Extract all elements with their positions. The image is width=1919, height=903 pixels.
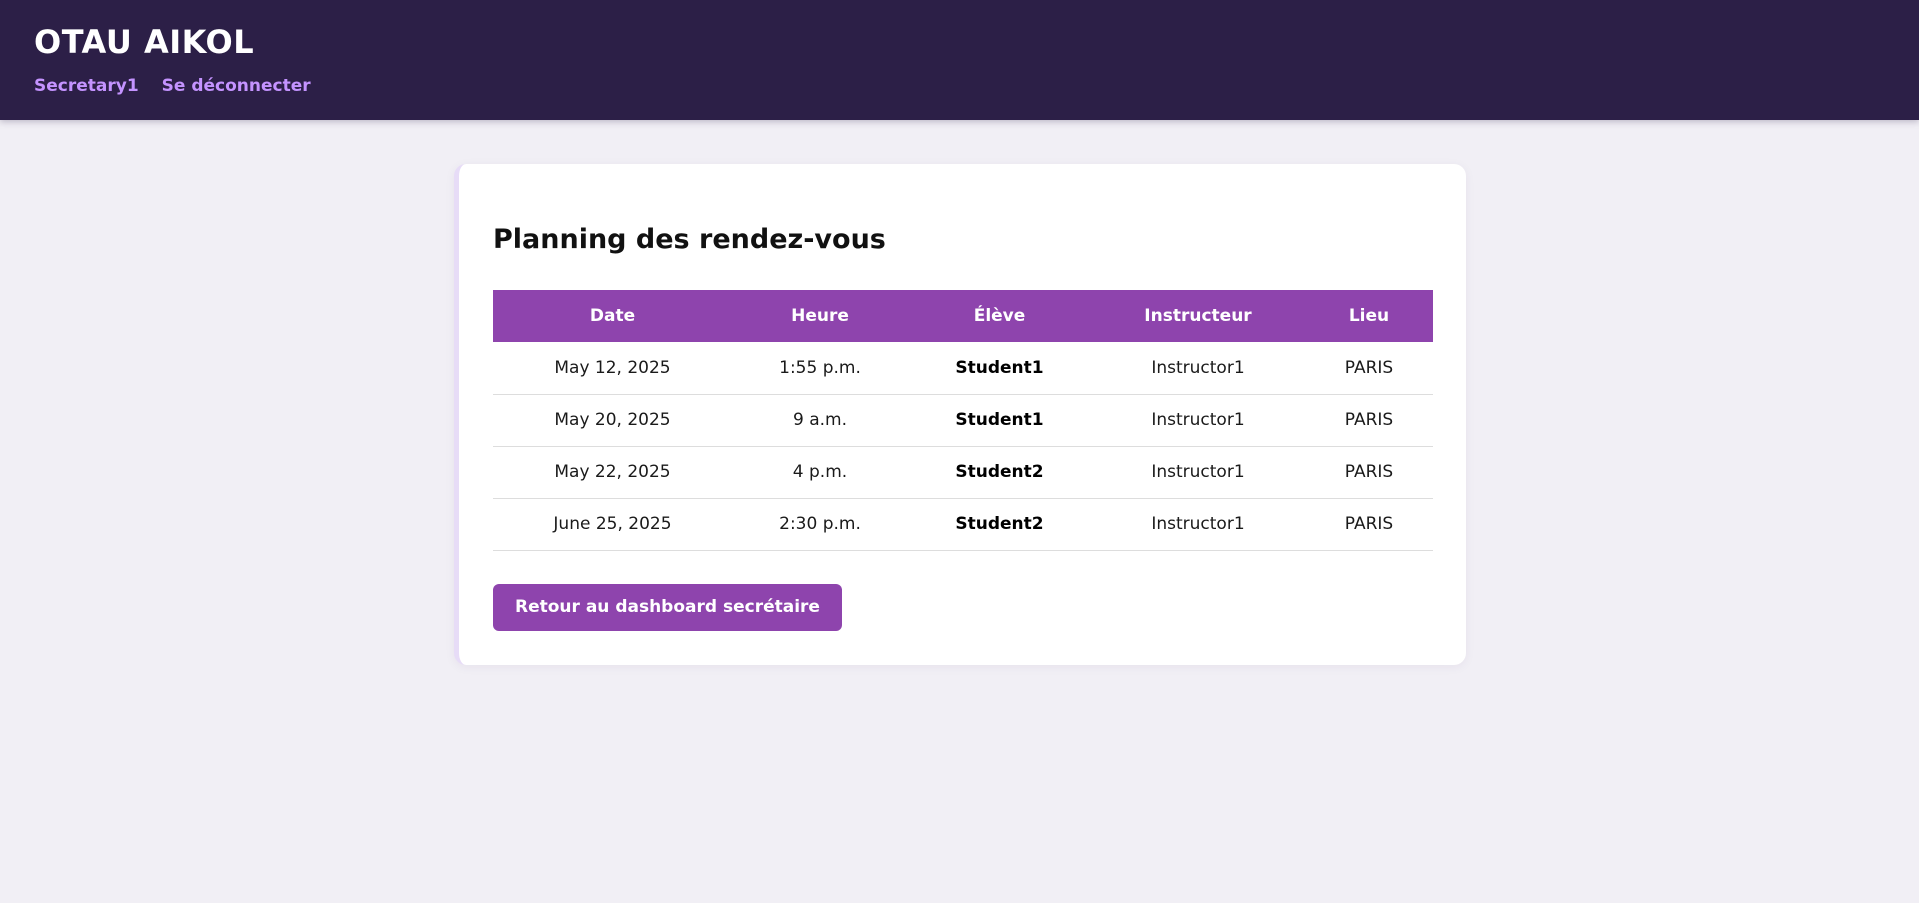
appointments-table: Date Heure Élève Instructeur Lieu May 12… bbox=[493, 290, 1433, 551]
cell-instructor: Instructor1 bbox=[1091, 446, 1305, 499]
cell-student: Student1 bbox=[908, 342, 1091, 395]
logout-link[interactable]: Se déconnecter bbox=[162, 74, 311, 98]
column-header-location: Lieu bbox=[1305, 290, 1433, 342]
table-row: May 22, 2025 4 p.m. Student2 Instructor1… bbox=[493, 446, 1433, 499]
cell-time: 4 p.m. bbox=[732, 446, 908, 499]
brand-title: OTAU AIKOL bbox=[34, 23, 255, 61]
cell-instructor: Instructor1 bbox=[1091, 394, 1305, 447]
cell-location: PARIS bbox=[1305, 394, 1433, 447]
table-header-row: Date Heure Élève Instructeur Lieu bbox=[493, 290, 1433, 342]
column-header-student: Élève bbox=[908, 290, 1091, 342]
table-row: May 12, 2025 1:55 p.m. Student1 Instruct… bbox=[493, 342, 1433, 395]
user-profile-link[interactable]: Secretary1 bbox=[34, 74, 139, 98]
cell-student: Student2 bbox=[908, 446, 1091, 499]
cell-student: Student1 bbox=[908, 394, 1091, 447]
appointments-card: Planning des rendez-vous Date Heure Élèv… bbox=[454, 164, 1466, 665]
column-header-time: Heure bbox=[732, 290, 908, 342]
cell-instructor: Instructor1 bbox=[1091, 498, 1305, 551]
cell-date: June 25, 2025 bbox=[493, 498, 732, 551]
cell-instructor: Instructor1 bbox=[1091, 342, 1305, 395]
cell-location: PARIS bbox=[1305, 446, 1433, 499]
nav-links: Secretary1 Se déconnecter bbox=[34, 74, 311, 98]
cell-time: 1:55 p.m. bbox=[732, 342, 908, 395]
table-row: May 20, 2025 9 a.m. Student1 Instructor1… bbox=[493, 394, 1433, 447]
cell-time: 9 a.m. bbox=[732, 394, 908, 447]
back-to-dashboard-button[interactable]: Retour au dashboard secrétaire bbox=[493, 584, 842, 631]
cell-student: Student2 bbox=[908, 498, 1091, 551]
navbar: OTAU AIKOL Secretary1 Se déconnecter bbox=[0, 0, 1919, 120]
column-header-date: Date bbox=[493, 290, 732, 342]
page-title: Planning des rendez-vous bbox=[493, 224, 886, 255]
cell-date: May 12, 2025 bbox=[493, 342, 732, 395]
cell-date: May 20, 2025 bbox=[493, 394, 732, 447]
cell-location: PARIS bbox=[1305, 342, 1433, 395]
cell-date: May 22, 2025 bbox=[493, 446, 732, 499]
cell-location: PARIS bbox=[1305, 498, 1433, 551]
cell-time: 2:30 p.m. bbox=[732, 498, 908, 551]
column-header-instructor: Instructeur bbox=[1091, 290, 1305, 342]
table-row: June 25, 2025 2:30 p.m. Student2 Instruc… bbox=[493, 498, 1433, 551]
